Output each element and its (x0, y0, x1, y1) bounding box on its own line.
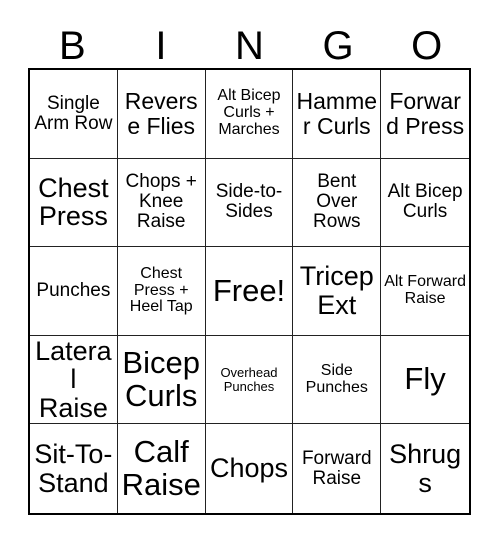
bingo-cell-label: Sit-To-Stand (34, 439, 113, 498)
bingo-cell-r5c4[interactable]: Forward Raise (293, 424, 382, 513)
bingo-cell-r1c1[interactable]: Single Arm Row (30, 70, 118, 159)
bingo-cell-r1c4[interactable]: Hammer Curls (293, 70, 382, 159)
bingo-cell-r2c3[interactable]: Side-to-Sides (205, 158, 294, 248)
bingo-cell-label: Single Arm Row (34, 92, 113, 134)
bingo-cell-label: Chops (209, 453, 289, 484)
bingo-header-letter-b: B (58, 24, 86, 68)
bingo-cell-r5c3[interactable]: Chops (205, 424, 294, 513)
bingo-cell-r2c1[interactable]: Chest Press (30, 158, 118, 248)
bingo-cell-label: Chops + Knee Raise (125, 171, 197, 233)
bingo-cell-r2c4[interactable]: Bent Over Rows (293, 158, 382, 248)
bingo-cell-label: Side Punches (305, 361, 368, 396)
bingo-cell-label: Fly (404, 361, 446, 397)
bingo-cell-label: Bicep Curls (122, 344, 200, 413)
bingo-cell-label: Hammer Curls (296, 88, 378, 139)
bingo-header-letter-g: G (322, 24, 354, 68)
bingo-cell-label: Overhead Punches (220, 364, 278, 394)
bingo-cell-label: Tricep Ext (299, 261, 374, 320)
bingo-cell-r5c1[interactable]: Sit-To-Stand (30, 424, 118, 513)
bingo-cell-r4c3[interactable]: Overhead Punches (205, 335, 294, 425)
bingo-cell-label: Bent Over Rows (313, 171, 361, 233)
bingo-cell-r1c2[interactable]: Reverse Flies (117, 70, 206, 159)
bingo-header-letter-n: N (235, 24, 264, 68)
bingo-cell-r5c5[interactable]: Shrugs (381, 424, 469, 513)
bingo-cell-label: Shrugs (389, 439, 462, 498)
bingo-cell-r1c3[interactable]: Alt Bicep Curls + Marches (205, 70, 294, 159)
bingo-cell-r2c2[interactable]: Chops + Knee Raise (117, 158, 206, 248)
bingo-cell-label: Lateral Raise (35, 335, 112, 423)
bingo-cell-r4c2[interactable]: Bicep Curls (117, 335, 206, 425)
bingo-cell-label: Free! (212, 272, 286, 308)
bingo-cell-r5c2[interactable]: Calf Raise (117, 424, 206, 513)
bingo-cell-r4c4[interactable]: Side Punches (293, 335, 382, 425)
bingo-cell-r3c4[interactable]: Tricep Ext (293, 247, 382, 336)
bingo-grid: Single Arm Row Reverse Flies Alt Bicep Cur… (28, 68, 471, 515)
bingo-cell-label: Punches (36, 279, 111, 301)
bingo-cell-r3c1[interactable]: Punches (30, 247, 118, 336)
bingo-cell-label: Alt Forward Raise (384, 273, 466, 307)
bingo-header-letter-i: I (155, 24, 167, 68)
bingo-header: BINGO (28, 16, 471, 68)
bingo-header-letter-o: O (411, 24, 443, 68)
bingo-cell-r3c2[interactable]: Chest Press + Heel Tap (117, 247, 206, 336)
bingo-cell-label: Calf Raise (121, 433, 201, 502)
bingo-cell-label: Chest Press (38, 172, 109, 232)
bingo-cell-free[interactable]: Free! (205, 247, 294, 336)
bingo-cell-label: Forward Press (386, 88, 465, 139)
bingo-cell-r2c5[interactable]: Alt Bicep Curls (381, 158, 469, 248)
bingo-cell-label: Side-to-Sides (215, 181, 283, 223)
bingo-cell-r3c5[interactable]: Alt Forward Raise (381, 247, 469, 336)
bingo-cell-r4c5[interactable]: Fly (381, 335, 469, 425)
bingo-cell-label: Reverse Flies (124, 88, 198, 139)
bingo-cell-label: Alt Bicep Curls + Marches (217, 87, 281, 139)
bingo-cell-label: Forward Raise (301, 447, 372, 489)
bingo-cell-label: Chest Press + Heel Tap (129, 264, 193, 316)
bingo-cell-label: Alt Bicep Curls (387, 181, 463, 223)
bingo-cell-r1c5[interactable]: Forward Press (381, 70, 469, 159)
bingo-card: B I N G O Single Arm Row Reverse Flies Alt Bic… (0, 0, 500, 544)
bingo-cell-r4c1[interactable]: Lateral Raise (30, 335, 118, 425)
